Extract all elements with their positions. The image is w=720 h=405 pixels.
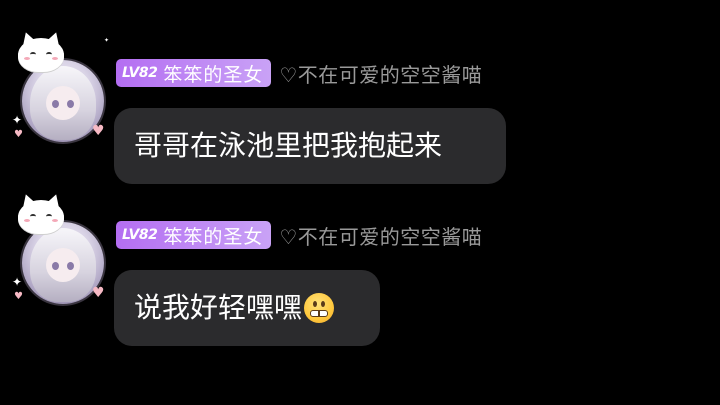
sender-row: LV82 笨笨的圣女 ♡不在可爱的空空酱喵: [116, 58, 482, 88]
fan-badge[interactable]: LV82 笨笨的圣女: [116, 221, 272, 249]
message-text: 说我好轻嘿嘿: [134, 291, 303, 324]
message-bubble[interactable]: 哥哥在泳池里把我抱起来: [114, 108, 506, 184]
sparkle-icon: ✦: [12, 275, 23, 289]
username[interactable]: ♡不在可爱的空空酱喵: [279, 59, 482, 88]
sparkle-icon: ✦: [104, 37, 110, 44]
grimacing-face-icon: [304, 293, 335, 323]
message-text: 哥哥在泳池里把我抱起来: [134, 129, 443, 162]
cat-avatar-frame-icon: [12, 191, 68, 236]
badge-title: 笨笨的圣女: [163, 63, 264, 86]
fan-badge[interactable]: LV82 笨笨的圣女: [116, 59, 272, 87]
heart-icon: ♥: [92, 285, 105, 301]
heart-icon: ♥: [14, 291, 23, 302]
badge-level: LV82: [122, 227, 158, 243]
cat-avatar-frame-icon: [12, 29, 68, 74]
username[interactable]: ♡不在可爱的空空酱喵: [279, 221, 482, 250]
sender-row: LV82 笨笨的圣女 ♡不在可爱的空空酱喵: [116, 220, 482, 250]
heart-icon: ♥: [14, 129, 23, 140]
chat-message: ✦ ✦ ♥ ♥ LV82 笨笨的圣女 ♡不在可爱的空空酱喵 哥哥在泳池里把我抱起…: [0, 29, 720, 190]
message-bubble[interactable]: 说我好轻嘿嘿: [114, 270, 380, 346]
avatar[interactable]: ✦ ♥ ♥: [8, 191, 108, 312]
avatar[interactable]: ✦ ✦ ♥ ♥: [8, 29, 110, 150]
chat-message: ✦ ♥ ♥ LV82 笨笨的圣女 ♡不在可爱的空空酱喵 说我好轻嘿嘿: [0, 191, 720, 352]
heart-icon: ♥: [92, 123, 105, 139]
badge-title: 笨笨的圣女: [163, 225, 264, 248]
sparkle-icon: ✦: [12, 113, 23, 127]
badge-level: LV82: [122, 65, 158, 81]
